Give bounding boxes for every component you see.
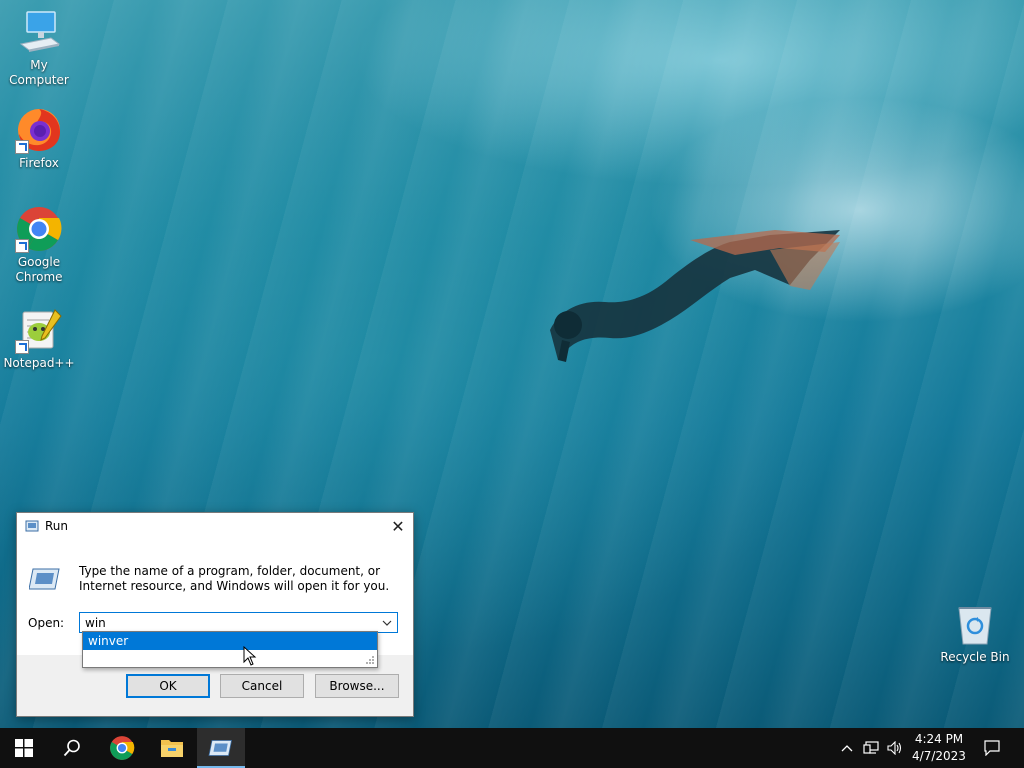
start-icon [15, 739, 33, 757]
close-button[interactable]: ✕ [383, 513, 413, 541]
run-dialog: Run ✕ Type the name of a program, folder… [16, 512, 414, 717]
chevron-up-icon [841, 745, 853, 752]
cancel-button[interactable]: Cancel [220, 674, 304, 698]
run-dialog-titlebar[interactable]: Run ✕ [17, 513, 413, 541]
notepadpp-icon [15, 306, 63, 354]
recycle-bin-icon [951, 600, 999, 648]
network-icon [863, 741, 879, 754]
desktop-icon-label: Recycle Bin [940, 650, 1010, 664]
taskbar: 4:24 PM 4/7/2023 [0, 728, 1024, 768]
volume-button[interactable] [884, 728, 906, 768]
clock-time: 4:24 PM [914, 732, 964, 746]
desktop-icon-label: My Computer [9, 58, 69, 87]
taskbar-run[interactable] [197, 728, 245, 768]
chrome-icon [15, 205, 63, 253]
taskbar-clock[interactable]: 4:24 PM 4/7/2023 [908, 731, 970, 765]
action-center-button[interactable] [978, 728, 1006, 768]
close-icon: ✕ [391, 517, 405, 536]
desktop-icon-firefox[interactable]: Firefox [1, 106, 77, 171]
open-input-value[interactable]: win [85, 616, 106, 630]
desktop-icon-recycle-bin[interactable]: Recycle Bin [937, 600, 1013, 665]
notification-icon [984, 740, 1000, 756]
start-button[interactable] [0, 728, 48, 768]
run-icon [25, 520, 39, 532]
wallpaper-diver [550, 230, 840, 362]
shortcut-arrow-icon [15, 239, 29, 253]
desktop-icon-google-chrome[interactable]: Google Chrome [1, 205, 77, 285]
browse-button[interactable]: Browse... [315, 674, 399, 698]
taskbar-chrome[interactable] [98, 728, 146, 768]
shortcut-arrow-icon [15, 140, 29, 154]
computer-icon [15, 8, 63, 56]
resize-grip-icon[interactable] [366, 656, 375, 665]
run-program-icon [29, 568, 60, 590]
firefox-icon [15, 106, 63, 154]
show-hidden-icons-button[interactable] [836, 728, 858, 768]
run-dialog-title: Run [45, 519, 69, 533]
autocomplete-item[interactable]: winver [83, 632, 377, 650]
network-button[interactable] [860, 728, 882, 768]
search-icon [63, 739, 80, 757]
open-input[interactable]: win [79, 612, 398, 633]
file-explorer-icon [161, 740, 183, 757]
desktop-icon-label: Google Chrome [15, 255, 63, 284]
volume-icon [887, 741, 902, 755]
chrome-icon [110, 736, 135, 760]
desktop-icon-notepadpp[interactable]: Notepad++ [1, 306, 77, 371]
run-icon [208, 740, 232, 756]
mouse-cursor-icon [243, 646, 257, 666]
clock-date: 4/7/2023 [912, 749, 966, 763]
taskbar-file-explorer[interactable] [148, 728, 196, 768]
search-button[interactable] [48, 728, 96, 768]
chevron-down-icon[interactable] [381, 617, 393, 629]
desktop-icon-my-computer[interactable]: My Computer [1, 8, 77, 88]
shortcut-arrow-icon [15, 340, 29, 354]
run-description: Type the name of a program, folder, docu… [79, 564, 390, 593]
open-label: Open: [28, 616, 65, 630]
desktop-icon-label: Firefox [19, 156, 59, 170]
desktop-icon-label: Notepad++ [3, 356, 75, 370]
autocomplete-dropdown: winver [82, 631, 378, 668]
ok-button[interactable]: OK [126, 674, 210, 698]
